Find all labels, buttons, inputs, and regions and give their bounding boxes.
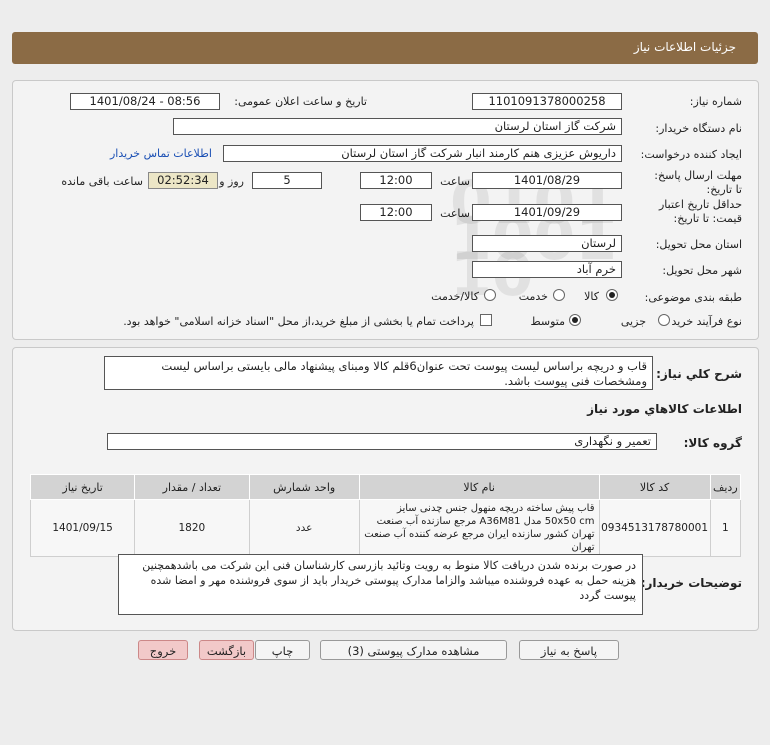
category-option-service: خدمت bbox=[518, 290, 548, 303]
cell-index: 1 bbox=[709, 499, 742, 557]
process-radio-minor[interactable] bbox=[658, 314, 670, 326]
col-unit: واحد شمارش bbox=[248, 474, 360, 500]
treasury-checkbox[interactable] bbox=[480, 314, 492, 326]
process-option-medium: متوسط bbox=[530, 315, 565, 328]
goods-group-field[interactable]: تعمیر و نگهداری bbox=[107, 433, 657, 450]
buyer-label: نام دستگاه خریدار: bbox=[655, 122, 742, 135]
cell-name: قاب پیش ساخته دریچه منهول جنس چدنی سایز … bbox=[358, 499, 600, 557]
deadline-date-field[interactable]: 1401/08/29 bbox=[472, 172, 622, 189]
need-number-field[interactable]: 1101091378000258 bbox=[472, 93, 622, 110]
remaining-time: 02:52:34 bbox=[148, 172, 218, 189]
page-header: جزئیات اطلاعات نیاز bbox=[12, 32, 758, 64]
col-quantity: تعداد / مقدار bbox=[134, 474, 250, 500]
page-title: جزئیات اطلاعات نیاز bbox=[633, 40, 736, 54]
process-option-minor: جزیی bbox=[620, 315, 646, 328]
col-name: نام کالا bbox=[358, 474, 600, 500]
description-label: شرح کلي نياز: bbox=[656, 367, 742, 381]
goods-group-label: گروه کالا: bbox=[683, 436, 742, 450]
creator-label: ایجاد کننده درخواست: bbox=[640, 148, 742, 161]
deadline-time-field[interactable]: 12:00 bbox=[360, 172, 432, 189]
col-code: کد کالا bbox=[598, 474, 711, 500]
deadline-time-label: ساعت bbox=[440, 175, 470, 188]
view-attachments-button[interactable]: مشاهده مدارک پیوستی (3) bbox=[320, 640, 507, 660]
process-radio-medium[interactable] bbox=[569, 314, 581, 326]
category-option-goods: کالا bbox=[584, 290, 599, 303]
city-field[interactable]: خرم آباد bbox=[472, 261, 622, 278]
exit-button[interactable]: خروج bbox=[138, 640, 188, 660]
cell-date: 1401/09/15 bbox=[29, 499, 136, 557]
buyer-contact-link[interactable]: اطلاعات تماس خریدار bbox=[110, 147, 212, 160]
days-label: روز و bbox=[219, 175, 244, 188]
province-field[interactable]: لرستان bbox=[472, 235, 622, 252]
treasury-note: پرداخت تمام یا بخشی از مبلغ خرید،از محل … bbox=[123, 315, 474, 328]
cell-unit: عدد bbox=[248, 499, 360, 557]
cell-code: 0934513178780001 bbox=[598, 499, 711, 557]
back-button[interactable]: بازگشت bbox=[199, 640, 254, 660]
cell-quantity: 1820 bbox=[134, 499, 250, 557]
reply-button[interactable]: پاسخ به نیاز bbox=[519, 640, 619, 660]
goods-table-header: ردیف کد کالا نام کالا واحد شمارش تعداد /… bbox=[29, 474, 742, 500]
category-label: طبقه بندی موضوعی: bbox=[644, 291, 742, 304]
category-radio-goods-service[interactable] bbox=[484, 289, 496, 301]
col-index: ردیف bbox=[709, 474, 742, 500]
table-row[interactable]: 1 0934513178780001 قاب پیش ساخته دریچه م… bbox=[29, 499, 742, 557]
city-label: شهر محل تحویل: bbox=[662, 264, 742, 277]
category-radio-goods[interactable] bbox=[606, 289, 618, 301]
validity-time-label: ساعت bbox=[440, 207, 470, 220]
validity-date-field[interactable]: 1401/09/29 bbox=[472, 204, 622, 221]
remaining-label: ساعت باقی مانده bbox=[61, 175, 143, 188]
category-option-goods-service: کالا/خدمت bbox=[431, 290, 479, 303]
validity-label: حداقل تاریخ اعتبار قیمت: تا تاریخ: bbox=[658, 198, 742, 225]
creator-field[interactable]: داریوش عزیزی هنم کارمند انبار شرکت گاز ا… bbox=[223, 145, 622, 162]
goods-table: ردیف کد کالا نام کالا واحد شمارش تعداد /… bbox=[29, 474, 742, 557]
buyer-field[interactable]: شرکت گاز استان لرستان bbox=[173, 118, 622, 135]
buyer-notes-text[interactable]: در صورت برنده شدن دریافت کالا منوط به رو… bbox=[118, 554, 643, 615]
print-button[interactable]: چاپ bbox=[255, 640, 310, 660]
goods-section-title: اطلاعات کالاهاي مورد نياز bbox=[587, 402, 742, 416]
days-field[interactable]: 5 bbox=[252, 172, 322, 189]
province-label: استان محل تحویل: bbox=[655, 238, 742, 251]
process-label: نوع فرآیند خرید : bbox=[664, 315, 742, 328]
deadline-label: مهلت ارسال پاسخ: تا تاریخ: bbox=[654, 169, 742, 196]
need-number-label: شماره نیاز: bbox=[689, 95, 742, 108]
announce-field[interactable]: 1401/08/24 - 08:56 bbox=[70, 93, 220, 110]
description-text[interactable]: قاب و دریچه براساس لیست پیوست تحت عنوان6… bbox=[104, 356, 653, 390]
category-radio-service[interactable] bbox=[553, 289, 565, 301]
buyer-notes-label: توضیحات خریدار: bbox=[640, 576, 742, 590]
validity-time-field[interactable]: 12:00 bbox=[360, 204, 432, 221]
announce-label: تاریخ و ساعت اعلان عمومی: bbox=[234, 95, 367, 108]
col-date: تاریخ نیاز bbox=[29, 474, 136, 500]
